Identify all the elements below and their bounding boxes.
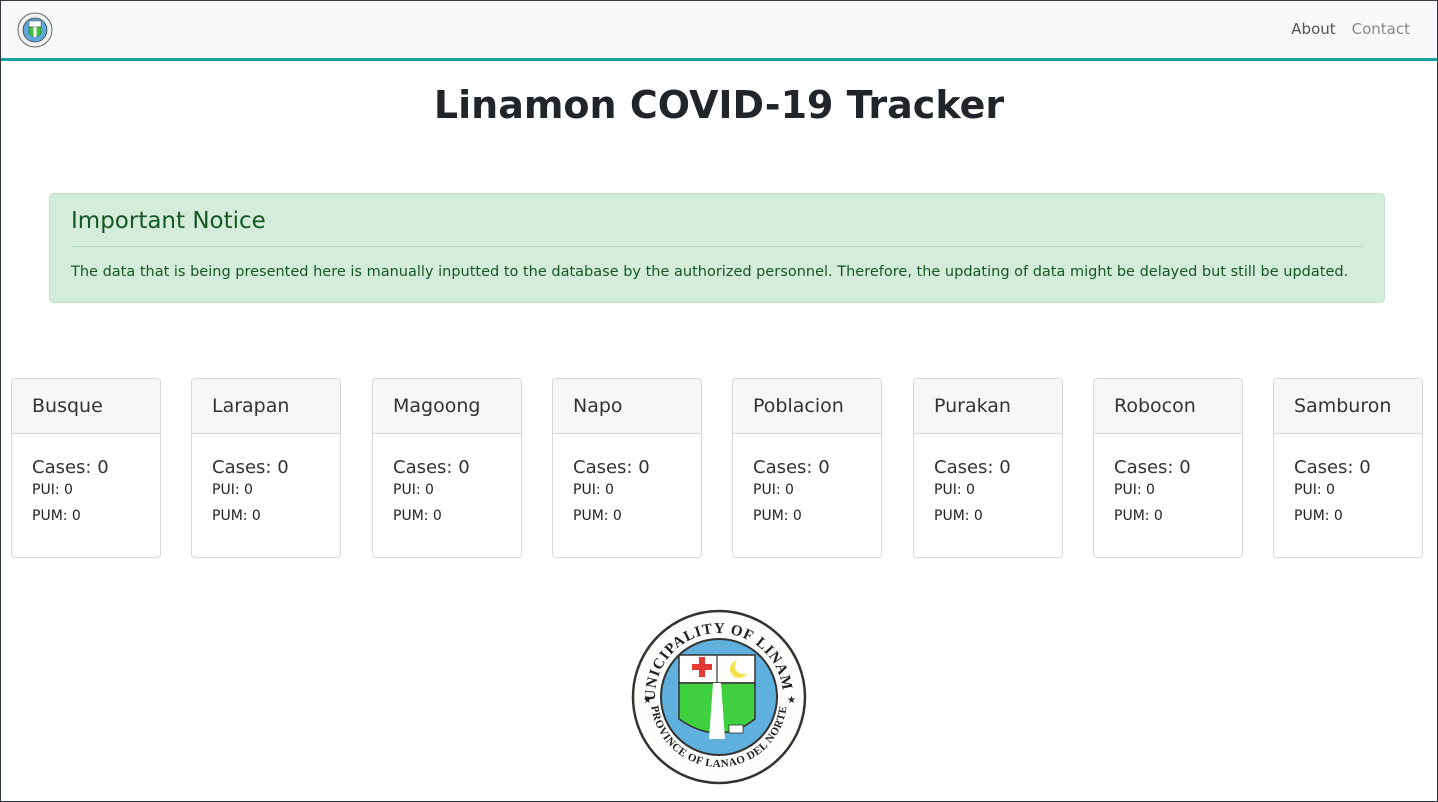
- pui-count: PUI: 0: [1294, 482, 1335, 498]
- card-body: Cases: 0 PUI: 0 PUM: 0: [914, 434, 1062, 524]
- card-title: Larapan: [192, 379, 340, 434]
- card-title: Samburon: [1274, 379, 1422, 434]
- card-title: Busque: [12, 379, 160, 434]
- pum-count: PUM: 0: [212, 508, 261, 524]
- barangay-card-napo: Napo Cases: 0 PUI: 0 PUM: 0: [552, 378, 702, 558]
- card-title: Robocon: [1094, 379, 1242, 434]
- barangay-card-samburon: Samburon Cases: 0 PUI: 0 PUM: 0: [1273, 378, 1423, 558]
- pum-count: PUM: 0: [934, 508, 983, 524]
- cases-count: Cases: 0: [212, 457, 289, 478]
- pui-count: PUI: 0: [32, 482, 73, 498]
- card-body: Cases: 0 PUI: 0 PUM: 0: [1094, 434, 1242, 524]
- card-body: Cases: 0 PUI: 0 PUM: 0: [1274, 434, 1422, 524]
- pum-count: PUM: 0: [393, 508, 442, 524]
- pum-count: PUM: 0: [1114, 508, 1163, 524]
- barangay-card-robocon: Robocon Cases: 0 PUI: 0 PUM: 0: [1093, 378, 1243, 558]
- barangay-card-busque: Busque Cases: 0 PUI: 0 PUM: 0: [11, 378, 161, 558]
- cases-count: Cases: 0: [573, 457, 650, 478]
- pum-count: PUM: 0: [753, 508, 802, 524]
- pum-count: PUM: 0: [32, 508, 81, 524]
- barangay-card-magoong: Magoong Cases: 0 PUI: 0 PUM: 0: [372, 378, 522, 558]
- notice-body: The data that is being presented here is…: [71, 264, 1349, 280]
- card-title: Purakan: [914, 379, 1062, 434]
- card-body: Cases: 0 PUI: 0 PUM: 0: [192, 434, 340, 524]
- pui-count: PUI: 0: [573, 482, 614, 498]
- page-title: Linamon COVID-19 Tracker: [433, 83, 1005, 127]
- page: About Contact Linamon COVID-19 Tracker I…: [0, 0, 1438, 802]
- barangay-card-poblacion: Poblacion Cases: 0 PUI: 0 PUM: 0: [732, 378, 882, 558]
- notice-divider: [71, 246, 1363, 247]
- cases-count: Cases: 0: [393, 457, 470, 478]
- municipal-seal-icon[interactable]: [17, 12, 53, 48]
- nav-contact-link[interactable]: Contact: [1352, 20, 1410, 38]
- svg-text:★: ★: [787, 695, 796, 706]
- navbar: About Contact: [1, 1, 1437, 61]
- card-body: Cases: 0 PUI: 0 PUM: 0: [12, 434, 160, 524]
- municipal-seal-image: MUNICIPALITY OF LINAMON PROVINCE OF LANA…: [621, 595, 809, 787]
- cases-count: Cases: 0: [753, 457, 830, 478]
- pum-count: PUM: 0: [573, 508, 622, 524]
- nav-about-link[interactable]: About: [1291, 20, 1335, 38]
- pum-count: PUM: 0: [1294, 508, 1343, 524]
- card-title: Poblacion: [733, 379, 881, 434]
- barangay-card-larapan: Larapan Cases: 0 PUI: 0 PUM: 0: [191, 378, 341, 558]
- svg-text:★: ★: [643, 695, 652, 706]
- pui-count: PUI: 0: [212, 482, 253, 498]
- notice-heading: Important Notice: [71, 208, 266, 234]
- card-title: Napo: [553, 379, 701, 434]
- card-body: Cases: 0 PUI: 0 PUM: 0: [733, 434, 881, 524]
- pui-count: PUI: 0: [393, 482, 434, 498]
- nav-links: About Contact: [1291, 20, 1410, 38]
- card-title: Magoong: [373, 379, 521, 434]
- pui-count: PUI: 0: [753, 482, 794, 498]
- cases-count: Cases: 0: [1294, 457, 1371, 478]
- pui-count: PUI: 0: [934, 482, 975, 498]
- cases-count: Cases: 0: [32, 457, 109, 478]
- barangay-card-purakan: Purakan Cases: 0 PUI: 0 PUM: 0: [913, 378, 1063, 558]
- card-body: Cases: 0 PUI: 0 PUM: 0: [373, 434, 521, 524]
- card-body: Cases: 0 PUI: 0 PUM: 0: [553, 434, 701, 524]
- cases-count: Cases: 0: [1114, 457, 1191, 478]
- pui-count: PUI: 0: [1114, 482, 1155, 498]
- cases-count: Cases: 0: [934, 457, 1011, 478]
- important-notice: Important Notice The data that is being …: [49, 193, 1385, 303]
